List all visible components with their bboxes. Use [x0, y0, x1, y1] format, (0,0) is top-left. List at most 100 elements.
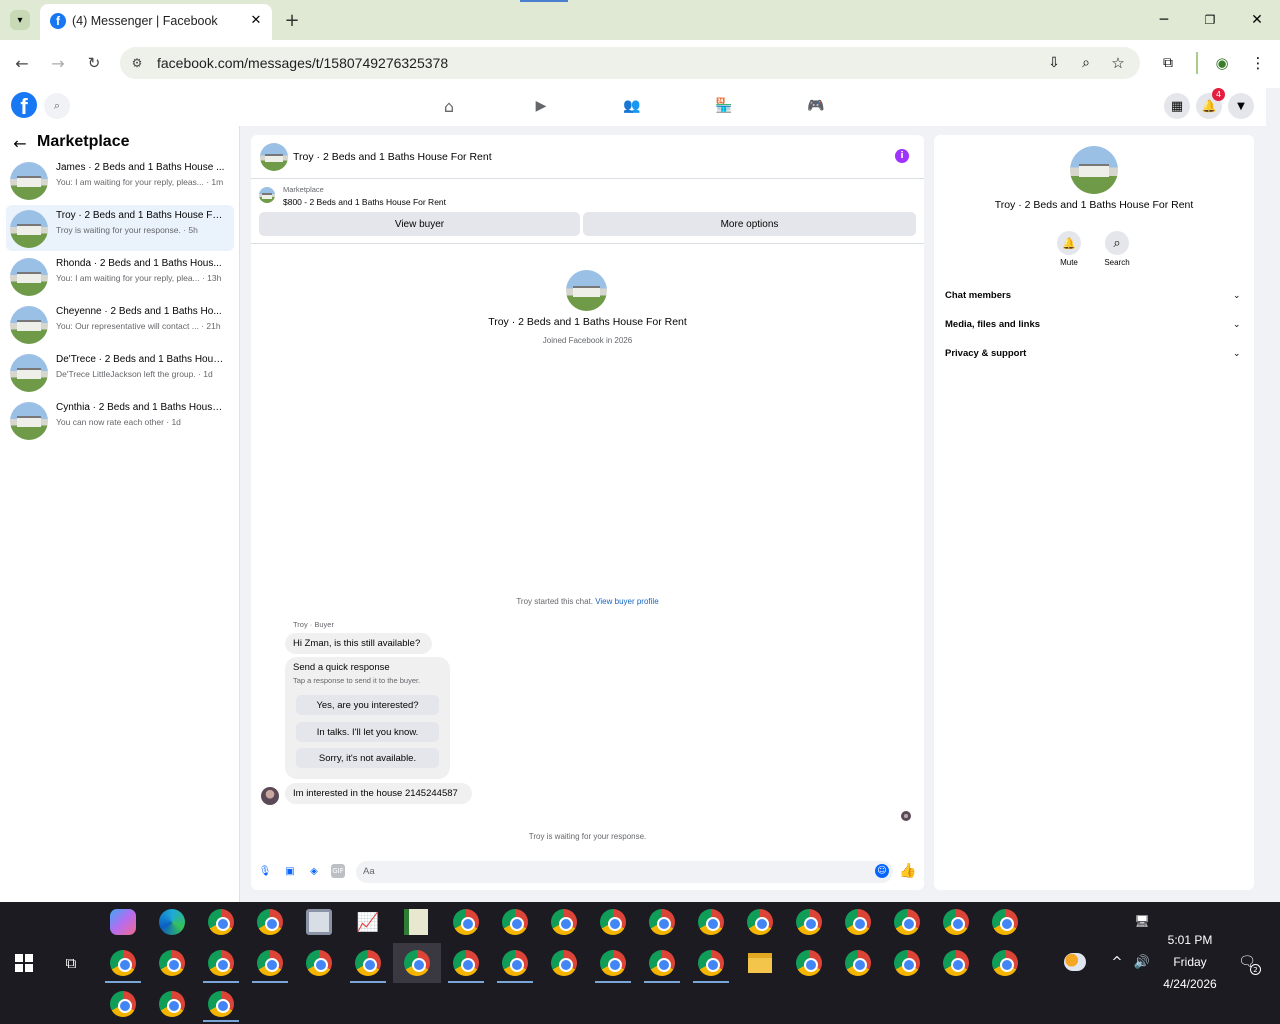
microphone-icon[interactable]: 🎙: [258, 864, 272, 878]
conversation-item[interactable]: De'Trece · 2 Beds and 1 Baths Hous... De…: [6, 349, 234, 395]
chrome-icon[interactable]: [796, 950, 822, 976]
profile-icon[interactable]: ◉: [1212, 53, 1232, 73]
chrome-icon[interactable]: [698, 950, 724, 976]
chrome-icon[interactable]: [943, 909, 969, 935]
app-window-icon[interactable]: [306, 909, 332, 935]
chrome-icon[interactable]: [551, 909, 577, 935]
chrome-icon[interactable]: [453, 950, 479, 976]
media-files-section[interactable]: Media, files and links: [945, 319, 1040, 330]
new-tab-icon[interactable]: +: [282, 10, 302, 31]
conversation-item[interactable]: Cynthia · 2 Beds and 1 Baths House... Yo…: [6, 397, 234, 443]
home-icon[interactable]: ⌂: [438, 95, 460, 117]
chrome-icon[interactable]: [600, 950, 626, 976]
reload-icon[interactable]: ↻: [84, 53, 104, 73]
chrome-icon[interactable]: [257, 950, 283, 976]
gif-icon[interactable]: GIF: [331, 864, 345, 878]
search-label[interactable]: Search: [1097, 258, 1137, 267]
browser-tab[interactable]: f (4) Messenger | Facebook ✕: [40, 4, 272, 40]
friends-icon[interactable]: 👥: [621, 95, 643, 117]
quick-reply-button[interactable]: Sorry, it's not available.: [296, 748, 439, 768]
edge-icon[interactable]: [159, 909, 185, 935]
conversation-item[interactable]: James · 2 Beds and 1 Baths House ... You…: [6, 157, 234, 203]
facebook-logo-icon[interactable]: f: [11, 92, 37, 119]
copilot-icon[interactable]: [110, 909, 136, 935]
quick-reply-button[interactable]: Yes, are you interested?: [296, 695, 439, 715]
monitor-app-icon[interactable]: 📈: [355, 909, 381, 935]
more-options-button[interactable]: More options: [583, 212, 916, 236]
notepad-app-icon[interactable]: [404, 909, 428, 935]
chrome-icon[interactable]: [649, 909, 675, 935]
video-icon[interactable]: ▶: [530, 95, 552, 117]
search-conversation-icon[interactable]: ⌕: [1105, 231, 1129, 255]
clock-time[interactable]: 5:01 PM: [1150, 933, 1230, 947]
chrome-icon[interactable]: [943, 950, 969, 976]
menu-icon[interactable]: ⋮: [1248, 53, 1268, 73]
view-buyer-profile-link[interactable]: View buyer profile: [595, 597, 658, 606]
listing-title[interactable]: $800 - 2 Beds and 1 Baths House For Rent: [283, 197, 446, 207]
chrome-icon-active[interactable]: [404, 950, 430, 976]
windows-start-icon[interactable]: [15, 954, 33, 972]
account-dropdown-icon[interactable]: ▼: [1228, 93, 1254, 119]
chevron-down-icon[interactable]: ⌄: [1233, 319, 1241, 330]
emoji-icon[interactable]: ☺: [875, 864, 889, 878]
privacy-support-section[interactable]: Privacy & support: [945, 348, 1026, 359]
chrome-icon[interactable]: [110, 991, 136, 1017]
info-avatar[interactable]: [1070, 146, 1118, 194]
back-arrow-icon[interactable]: ←: [11, 134, 29, 153]
zoom-icon[interactable]: ⌕: [1076, 53, 1096, 73]
restore-icon[interactable]: ❐: [1198, 10, 1222, 30]
chrome-icon[interactable]: [355, 950, 381, 976]
mute-label[interactable]: Mute: [1049, 258, 1089, 267]
tray-expand-icon[interactable]: ^: [1108, 953, 1126, 971]
chat-header-title[interactable]: Troy · 2 Beds and 1 Baths House For Rent: [293, 151, 492, 163]
url-text[interactable]: facebook.com/messages/t/1580749276325378: [157, 55, 448, 71]
chrome-icon[interactable]: [992, 950, 1018, 976]
task-view-icon[interactable]: ⧉: [60, 953, 82, 973]
menu-grid-icon[interactable]: ▦: [1164, 93, 1190, 119]
chrome-icon[interactable]: [845, 909, 871, 935]
chrome-icon[interactable]: [208, 991, 234, 1017]
search-icon[interactable]: ⌕: [44, 93, 70, 119]
chrome-icon[interactable]: [894, 950, 920, 976]
clock-day[interactable]: Friday: [1150, 955, 1230, 969]
chrome-icon[interactable]: [698, 909, 724, 935]
info-icon[interactable]: i: [895, 149, 909, 163]
conversation-item-active[interactable]: Troy · 2 Beds and 1 Baths House Fo... Tr…: [6, 205, 234, 251]
conversation-item[interactable]: Cheyenne · 2 Beds and 1 Baths Ho... You:…: [6, 301, 234, 347]
chrome-icon[interactable]: [649, 950, 675, 976]
chrome-icon[interactable]: [845, 950, 871, 976]
profile-avatar[interactable]: [566, 270, 607, 311]
chrome-icon[interactable]: [894, 909, 920, 935]
view-buyer-button[interactable]: View buyer: [259, 212, 580, 236]
install-app-icon[interactable]: ⇩: [1044, 53, 1064, 73]
network-icon[interactable]: 🖥: [1132, 912, 1152, 930]
message-input[interactable]: Aa: [356, 861, 893, 883]
like-icon[interactable]: 👍: [899, 863, 916, 879]
close-window-icon[interactable]: ✕: [1245, 10, 1269, 30]
chrome-icon[interactable]: [306, 950, 332, 976]
chrome-icon[interactable]: [502, 950, 528, 976]
marketplace-icon[interactable]: 🏪: [713, 95, 735, 117]
chrome-icon[interactable]: [110, 950, 136, 976]
chrome-icon[interactable]: [208, 909, 234, 935]
sender-avatar[interactable]: [261, 787, 279, 805]
bookmark-star-icon[interactable]: ☆: [1108, 53, 1128, 73]
chrome-icon[interactable]: [159, 991, 185, 1017]
mute-bell-icon[interactable]: 🔔: [1057, 231, 1081, 255]
page-scrollbar[interactable]: [1266, 88, 1280, 902]
weather-icon[interactable]: [1064, 953, 1086, 971]
chrome-icon[interactable]: [453, 909, 479, 935]
site-info-icon[interactable]: ⚙: [128, 54, 146, 72]
chat-avatar[interactable]: [260, 143, 288, 171]
quick-reply-button[interactable]: In talks. I'll let you know.: [296, 722, 439, 742]
back-icon[interactable]: ←: [12, 53, 32, 73]
chrome-icon[interactable]: [551, 950, 577, 976]
chrome-icon[interactable]: [502, 909, 528, 935]
tab-search-button[interactable]: ▾: [10, 10, 30, 30]
chrome-icon[interactable]: [208, 950, 234, 976]
extensions-icon[interactable]: ⧉: [1158, 53, 1178, 73]
url-bar[interactable]: ⚙ facebook.com/messages/t/15807492763253…: [120, 47, 1140, 79]
conversation-item[interactable]: Rhonda · 2 Beds and 1 Baths Hous... You:…: [6, 253, 234, 299]
chrome-icon[interactable]: [159, 950, 185, 976]
close-tab-icon[interactable]: ✕: [248, 12, 264, 28]
